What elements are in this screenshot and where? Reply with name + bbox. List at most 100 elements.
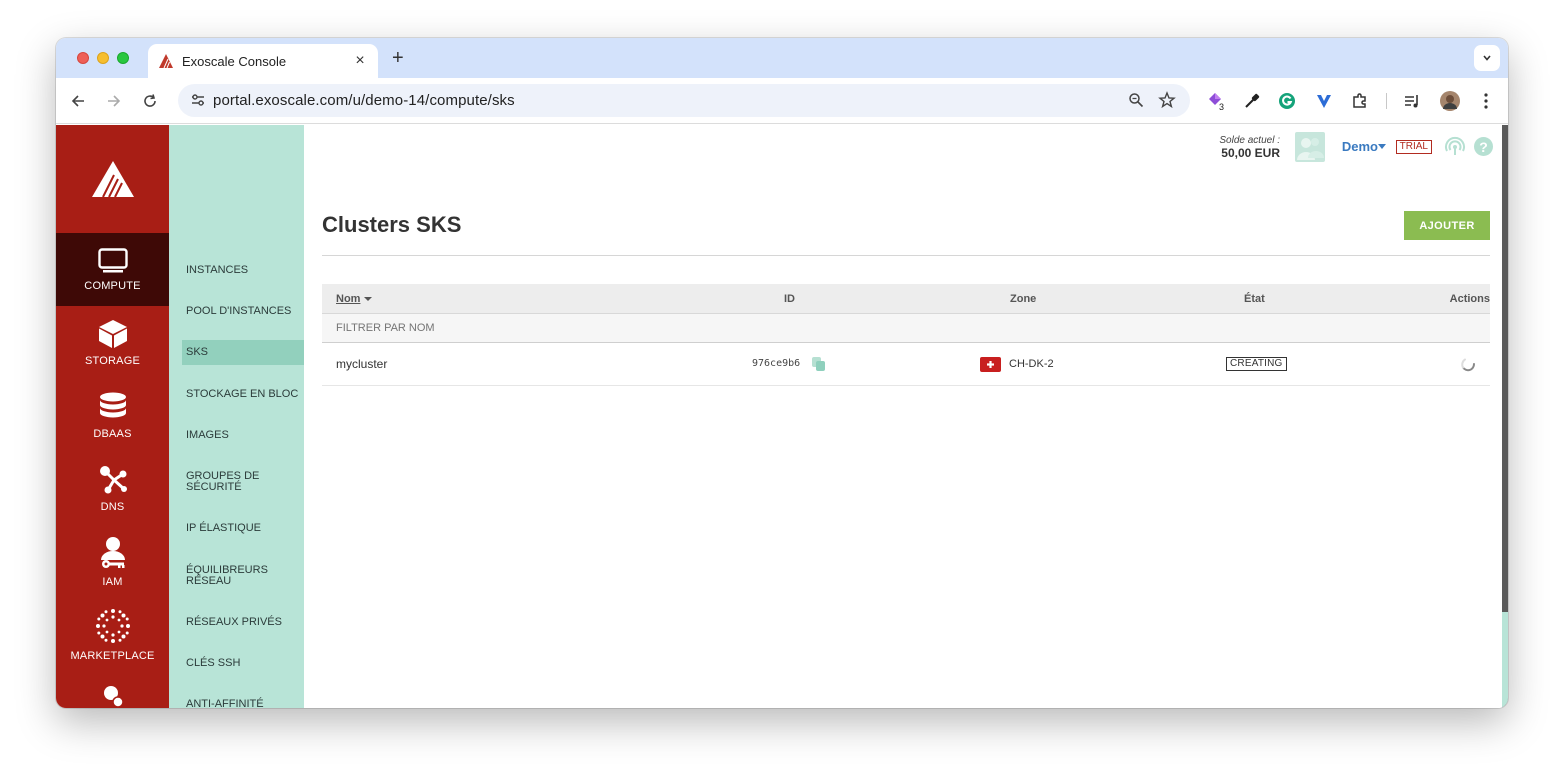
primary-sidebar: COMPUTE STORAGE DBAAS DNS IAM MARKETPLAC… xyxy=(56,125,169,708)
rail-item-label: COMPUTE xyxy=(84,279,141,292)
main-panel: Solde actuel : 50,00 EUR Demo TRIAL ? Cl… xyxy=(304,125,1508,708)
subnav-item-ssh-keys[interactable]: CLÉS SSH xyxy=(182,658,304,669)
subnav-item-instance-pools[interactable]: POOL D'INSTANCES xyxy=(182,306,304,317)
loading-spinner-icon xyxy=(1461,358,1476,372)
add-cluster-button[interactable]: AJOUTER xyxy=(1404,211,1490,240)
column-header-actions: Actions xyxy=(1449,293,1490,305)
toolbar-separator xyxy=(1386,93,1387,109)
tab-close-icon[interactable]: × xyxy=(352,52,368,70)
subnav-item-private-networks[interactable]: RÉSEAUX PRIVÉS xyxy=(182,617,304,628)
minimize-window-button[interactable] xyxy=(97,52,109,64)
back-icon[interactable] xyxy=(67,90,89,112)
subnav-item-network-load-balancers[interactable]: ÉQUILIBREURS RÉSEAU xyxy=(182,565,282,587)
filter-row xyxy=(322,314,1490,343)
tab-title: Exoscale Console xyxy=(182,53,287,69)
rail-item-compute[interactable]: COMPUTE xyxy=(56,233,169,306)
maximize-window-button[interactable] xyxy=(117,52,129,64)
column-header-name[interactable]: Nom xyxy=(336,293,373,305)
close-window-button[interactable] xyxy=(77,52,89,64)
address-bar[interactable]: portal.exoscale.com/u/demo-14/compute/sk… xyxy=(178,84,1190,117)
column-header-id: ID xyxy=(784,293,795,305)
rail-item-label: DNS xyxy=(100,500,125,513)
status-signal-icon[interactable] xyxy=(1444,135,1466,157)
avatar[interactable] xyxy=(1295,132,1325,162)
balance-value: 50,00 EUR xyxy=(1221,146,1280,160)
rail-item-dbaas[interactable]: DBAAS xyxy=(56,379,169,452)
help-icon[interactable]: ? xyxy=(1474,137,1493,156)
user-menu[interactable]: Demo xyxy=(1342,139,1378,154)
subnav-item-security-groups[interactable]: GROUPES DE SÉCURITÉ xyxy=(182,471,282,493)
user-placeholder-icon xyxy=(1297,138,1324,160)
page-content: COMPUTE STORAGE DBAAS DNS IAM MARKETPLAC… xyxy=(56,125,1508,708)
cluster-name[interactable]: mycluster xyxy=(336,357,387,371)
cluster-zone: CH-DK-2 xyxy=(1009,358,1054,370)
rail-item-label: STORAGE xyxy=(85,354,140,367)
browser-tab-bar: Exoscale Console × + xyxy=(56,38,1508,78)
subnav-item-anti-affinity[interactable]: ANTI-AFFINITÉ xyxy=(182,699,304,709)
monitor-icon xyxy=(97,247,128,272)
forward-icon[interactable] xyxy=(103,90,125,112)
table-header: Nom ID Zone État Actions xyxy=(322,284,1490,314)
eyedropper-icon[interactable] xyxy=(1242,91,1262,111)
status-badge: CREATING xyxy=(1226,357,1287,371)
window-controls xyxy=(77,52,129,64)
balance-label: Solde actuel : xyxy=(1219,135,1280,146)
chevron-down-icon[interactable] xyxy=(1378,144,1386,149)
page-scrollbar-track xyxy=(1502,612,1508,708)
subnav-item-instances[interactable]: INSTANCES xyxy=(182,265,304,276)
trial-badge: TRIAL xyxy=(1395,140,1432,154)
bookmark-star-icon[interactable] xyxy=(1158,91,1176,109)
partial-user-icon xyxy=(103,686,124,707)
url-text: portal.exoscale.com/u/demo-14/compute/sk… xyxy=(213,92,515,109)
chevron-down-icon xyxy=(1483,55,1491,61)
browser-menu-icon[interactable] xyxy=(1476,91,1496,111)
new-tab-icon[interactable]: + xyxy=(392,47,404,70)
profile-avatar[interactable] xyxy=(1440,91,1460,111)
reload-icon[interactable] xyxy=(139,90,161,112)
swiss-flag-icon xyxy=(980,357,1001,372)
media-control-icon[interactable] xyxy=(1402,91,1422,111)
subnav-item-sks[interactable]: SKS xyxy=(182,340,304,365)
extension-badge: 3 xyxy=(1219,102,1224,111)
table-row[interactable]: mycluster 976ce9b6 CH-DK-2 CREATING xyxy=(322,343,1490,386)
extension-gem-icon[interactable]: 3 xyxy=(1206,91,1226,111)
copy-icon[interactable] xyxy=(811,356,827,372)
rail-item-partial[interactable] xyxy=(56,671,169,708)
cluster-id: 976ce9b6 xyxy=(752,358,801,369)
database-icon xyxy=(99,392,126,417)
rail-item-iam[interactable]: IAM xyxy=(56,525,169,598)
browser-window: Exoscale Console × + portal.exoscale.com… xyxy=(56,38,1508,708)
user-key-icon xyxy=(100,536,125,568)
grammarly-icon[interactable] xyxy=(1277,91,1297,111)
column-header-state: État xyxy=(1244,293,1265,305)
rail-item-storage[interactable]: STORAGE xyxy=(56,306,169,379)
dns-nodes-icon xyxy=(99,465,127,493)
clusters-table: Nom ID Zone État Actions mycluster 976ce… xyxy=(322,284,1490,386)
compute-subnav: INSTANCES POOL D'INSTANCES SKS STOCKAGE … xyxy=(169,125,304,708)
rail-item-marketplace[interactable]: MARKETPLACE xyxy=(56,598,169,671)
subnav-item-block-storage[interactable]: STOCKAGE EN BLOC xyxy=(182,389,304,400)
account-balance: Solde actuel : 50,00 EUR xyxy=(1219,135,1280,160)
extensions-puzzle-icon[interactable] xyxy=(1350,91,1370,111)
subnav-item-images[interactable]: IMAGES xyxy=(182,430,304,441)
filter-by-name-input[interactable] xyxy=(336,322,736,334)
subnav-item-elastic-ip[interactable]: IP ÉLASTIQUE xyxy=(182,523,304,534)
title-divider xyxy=(322,255,1490,256)
shield-extension-icon[interactable] xyxy=(1314,91,1334,111)
exoscale-logo-icon[interactable] xyxy=(56,125,169,232)
marketplace-dots-icon xyxy=(95,608,130,643)
rail-item-label: DBAAS xyxy=(93,427,132,440)
rail-item-label: IAM xyxy=(102,575,123,588)
exoscale-favicon-icon xyxy=(159,54,173,69)
rail-item-label: MARKETPLACE xyxy=(70,649,155,662)
page-title: Clusters SKS xyxy=(322,212,462,237)
column-header-zone: Zone xyxy=(1010,293,1037,305)
rail-item-dns[interactable]: DNS xyxy=(56,452,169,525)
tab-search-button[interactable] xyxy=(1474,45,1500,71)
sort-caret-icon xyxy=(364,297,373,302)
box-icon xyxy=(98,319,127,348)
zoom-icon[interactable] xyxy=(1128,92,1144,108)
browser-toolbar: portal.exoscale.com/u/demo-14/compute/sk… xyxy=(56,78,1508,124)
site-settings-icon[interactable] xyxy=(190,92,206,108)
browser-tab-active[interactable]: Exoscale Console × xyxy=(148,44,378,78)
